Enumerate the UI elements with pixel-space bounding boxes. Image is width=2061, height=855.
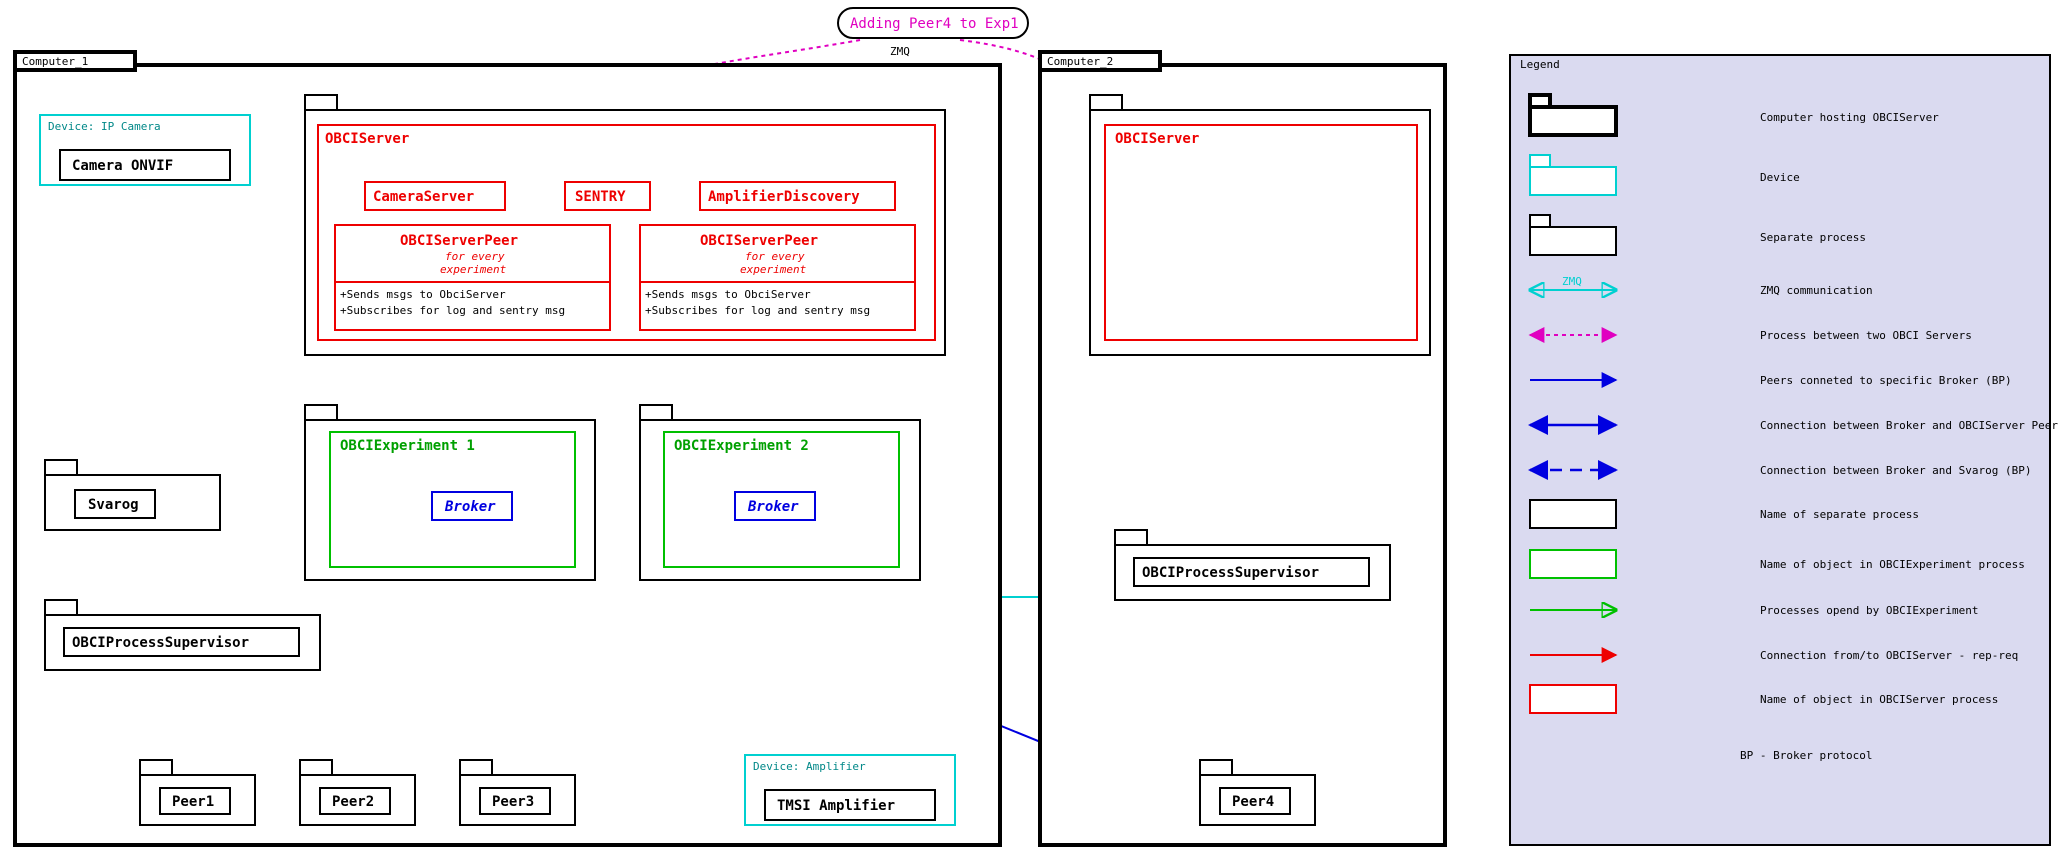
svg-text:+Sends msgs to ObciServer: +Sends msgs to ObciServer (645, 288, 811, 301)
svg-text:for every: for every (445, 250, 505, 263)
svg-text:experiment: experiment (740, 263, 807, 276)
diagram-root: ZMQ ZMQ Computer_1 Device: IP Camera Cam… (0, 0, 2061, 855)
computer-1-label: Computer_1 (22, 55, 88, 68)
svg-text:TMSI Amplifier: TMSI Amplifier (777, 798, 895, 814)
svg-text:SENTRY: SENTRY (575, 189, 626, 205)
computer-2: Computer_2 OBCIServer OBCIProcessSupervi… (1040, 52, 1445, 845)
svg-text:OBCIProcessSupervisor: OBCIProcessSupervisor (1142, 565, 1319, 581)
device-amplifier: Device: Amplifier TMSI Amplifier (745, 755, 955, 825)
svg-text:Connection between Broker and: Connection between Broker and OBCIServer… (1760, 419, 2061, 432)
svg-text:ZMQ: ZMQ (890, 45, 910, 58)
svg-text:Connection between Broker and: Connection between Broker and Svarog (BP… (1760, 464, 2032, 477)
svg-text:AmplifierDiscovery: AmplifierDiscovery (708, 189, 860, 205)
svg-text:Device: IP Camera: Device: IP Camera (48, 120, 161, 133)
device-ip-camera: Device: IP Camera Camera ONVIF (40, 115, 250, 185)
svg-text:ZMQ: ZMQ (1562, 275, 1582, 288)
svg-text:Peer4: Peer4 (1232, 794, 1274, 810)
obciserver-2-process: OBCIServer (1090, 95, 1430, 355)
obci-experiment-1: OBCIExperiment 1 Broker (305, 405, 595, 580)
obci-experiment-2: OBCIExperiment 2 Broker (640, 405, 920, 580)
svg-text:OBCIExperiment 2: OBCIExperiment 2 (674, 438, 809, 454)
svg-text:Name of object in OBCIExperime: Name of object in OBCIExperiment process (1760, 558, 2025, 571)
svg-text:OBCIProcessSupervisor: OBCIProcessSupervisor (72, 635, 249, 651)
svg-text:Broker: Broker (747, 499, 799, 515)
svg-text:experiment: experiment (440, 263, 507, 276)
svg-text:Peer1: Peer1 (172, 794, 214, 810)
svg-text:for every: for every (745, 250, 805, 263)
svg-text:Camera ONVIF: Camera ONVIF (72, 158, 173, 174)
svg-text:Processes opend by OBCIExperim: Processes opend by OBCIExperiment (1760, 604, 1979, 617)
svg-text:OBCIServerPeer: OBCIServerPeer (400, 233, 518, 249)
svg-text:Adding Peer4 to Exp1: Adding Peer4 to Exp1 (850, 16, 1019, 32)
svg-text:+Sends msgs to ObciServer: +Sends msgs to ObciServer (340, 288, 506, 301)
svg-text:Peer2: Peer2 (332, 794, 374, 810)
svg-text:OBCIExperiment 1: OBCIExperiment 1 (340, 438, 475, 454)
svg-text:OBCIServerPeer: OBCIServerPeer (700, 233, 818, 249)
svg-text:Device: Device (1760, 171, 1800, 184)
obciserver-1-process: OBCIServer CameraServer SENTRY Amplifier… (305, 95, 945, 355)
svg-text:Connection from/to OBCIServer: Connection from/to OBCIServer - rep-req (1760, 649, 2018, 662)
svg-text:Process between two OBCI Serve: Process between two OBCI Servers (1760, 329, 1972, 342)
svg-text:Peer3: Peer3 (492, 794, 534, 810)
svg-text:+Subscribes for log and sentry: +Subscribes for log and sentry msg (645, 304, 870, 317)
svg-text:Legend: Legend (1520, 58, 1560, 71)
annotation-bubble: Adding Peer4 to Exp1 ZMQ (838, 8, 1028, 58)
legend: Legend Computer hosting OBCIServer Devic… (1510, 55, 2061, 845)
svg-text:Separate process: Separate process (1760, 231, 1866, 244)
svg-text:Name of separate process: Name of separate process (1760, 508, 1919, 521)
computer-2-label: Computer_2 (1047, 55, 1113, 68)
svg-text:+Subscribes for log and sentry: +Subscribes for log and sentry msg (340, 304, 565, 317)
svg-text:ZMQ communication: ZMQ communication (1760, 284, 1873, 297)
svg-text:Broker: Broker (444, 499, 496, 515)
svg-text:Device: Amplifier: Device: Amplifier (753, 760, 866, 773)
svg-text:OBCIServer: OBCIServer (1115, 131, 1199, 147)
svg-text:Computer hosting OBCIServer: Computer hosting OBCIServer (1760, 111, 1939, 124)
svg-text:BP - Broker protocol: BP - Broker protocol (1740, 749, 1872, 762)
computer-1: Computer_1 Device: IP Camera Camera ONVI… (15, 52, 1000, 845)
svg-text:OBCIServer: OBCIServer (325, 131, 409, 147)
svg-text:Svarog: Svarog (88, 497, 139, 513)
obci-server-peer-1: OBCIServerPeer for every experiment +Sen… (335, 225, 610, 330)
svg-text:Peers conneted to specific Bro: Peers conneted to specific Broker (BP) (1760, 374, 2012, 387)
svg-text:CameraServer: CameraServer (373, 189, 474, 205)
obci-server-peer-2: OBCIServerPeer for every experiment +Sen… (640, 225, 915, 330)
svg-text:Name of object in OBCIServer p: Name of object in OBCIServer process (1760, 693, 1998, 706)
